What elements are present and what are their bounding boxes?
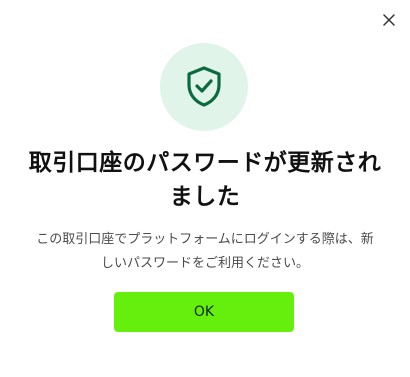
close-button[interactable]: [379, 10, 399, 30]
password-updated-dialog: 取引口座のパスワードが更新され ました この取引口座でプラットフォームにログイン…: [0, 0, 410, 377]
shield-check-icon: [187, 66, 221, 107]
title-line-1: 取引口座のパスワードが更新され: [28, 150, 382, 176]
message-line-2: しいパスワードをご利用ください。: [100, 256, 309, 271]
ok-button[interactable]: OK: [114, 292, 294, 332]
close-icon: [383, 14, 395, 26]
dialog-message: この取引口座でプラットフォームにログインする際は、新 しいパスワードをご利用くだ…: [20, 228, 390, 276]
dialog-title: 取引口座のパスワードが更新され ました: [12, 146, 398, 214]
shield-badge: [160, 43, 248, 131]
message-line-1: この取引口座でプラットフォームにログインする際は、新: [36, 232, 374, 247]
title-line-2: ました: [169, 184, 241, 210]
